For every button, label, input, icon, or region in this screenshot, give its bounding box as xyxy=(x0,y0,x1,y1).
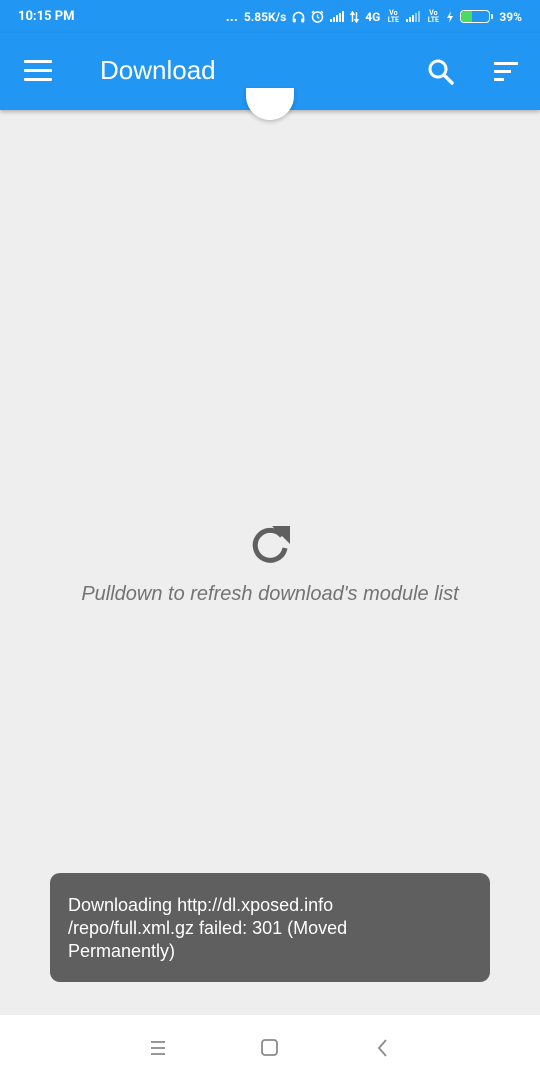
network-type: 4G xyxy=(365,9,381,24)
signal-icon-2 xyxy=(406,11,421,22)
sort-button[interactable] xyxy=(492,59,520,85)
search-button[interactable] xyxy=(426,57,456,87)
home-button[interactable] xyxy=(257,1035,283,1061)
data-arrows-icon xyxy=(350,10,360,23)
signal-icon xyxy=(330,11,345,22)
alarm-icon xyxy=(311,10,324,23)
system-nav-bar xyxy=(0,1015,540,1080)
status-icons: ... 5.85K/s 4G Vo LTE Vo LTE 39% xyxy=(226,9,522,25)
volte-icon-2: Vo LTE xyxy=(427,8,439,24)
status-bar: 10:15 PM ... 5.85K/s 4G Vo LTE Vo LTE 39… xyxy=(0,0,540,33)
back-chevron-icon xyxy=(377,1039,387,1057)
network-speed: 5.85K/s xyxy=(243,9,287,24)
error-toast: Downloading http://dl.xposed.info /repo/… xyxy=(50,873,490,982)
toast-line-2: /repo/full.xml.gz failed: 301 (Moved xyxy=(68,918,348,938)
search-icon xyxy=(428,59,454,85)
volte-icon: Vo LTE xyxy=(387,8,399,24)
page-title: Download xyxy=(100,55,216,85)
refresh-icon xyxy=(252,526,290,563)
battery-icon xyxy=(460,10,494,23)
back-button[interactable] xyxy=(370,1035,396,1061)
status-dots: ... xyxy=(225,8,238,25)
headphones-icon xyxy=(292,11,305,22)
recents-menu-icon xyxy=(151,1041,165,1055)
toast-line-3: Permanently) xyxy=(68,941,176,961)
sort-icon xyxy=(494,62,518,81)
pull-refresh-indicator xyxy=(246,88,294,120)
menu-button[interactable] xyxy=(24,60,52,82)
battery-percent: 39% xyxy=(499,9,522,24)
empty-message: Pulldown to refresh download's module li… xyxy=(81,583,459,605)
recents-button[interactable] xyxy=(145,1035,171,1061)
toast-line-1: Downloading http://dl.xposed.info xyxy=(68,895,334,915)
status-time: 10:15 PM xyxy=(18,9,75,24)
home-square-icon xyxy=(261,1039,278,1056)
charging-icon xyxy=(447,10,454,23)
